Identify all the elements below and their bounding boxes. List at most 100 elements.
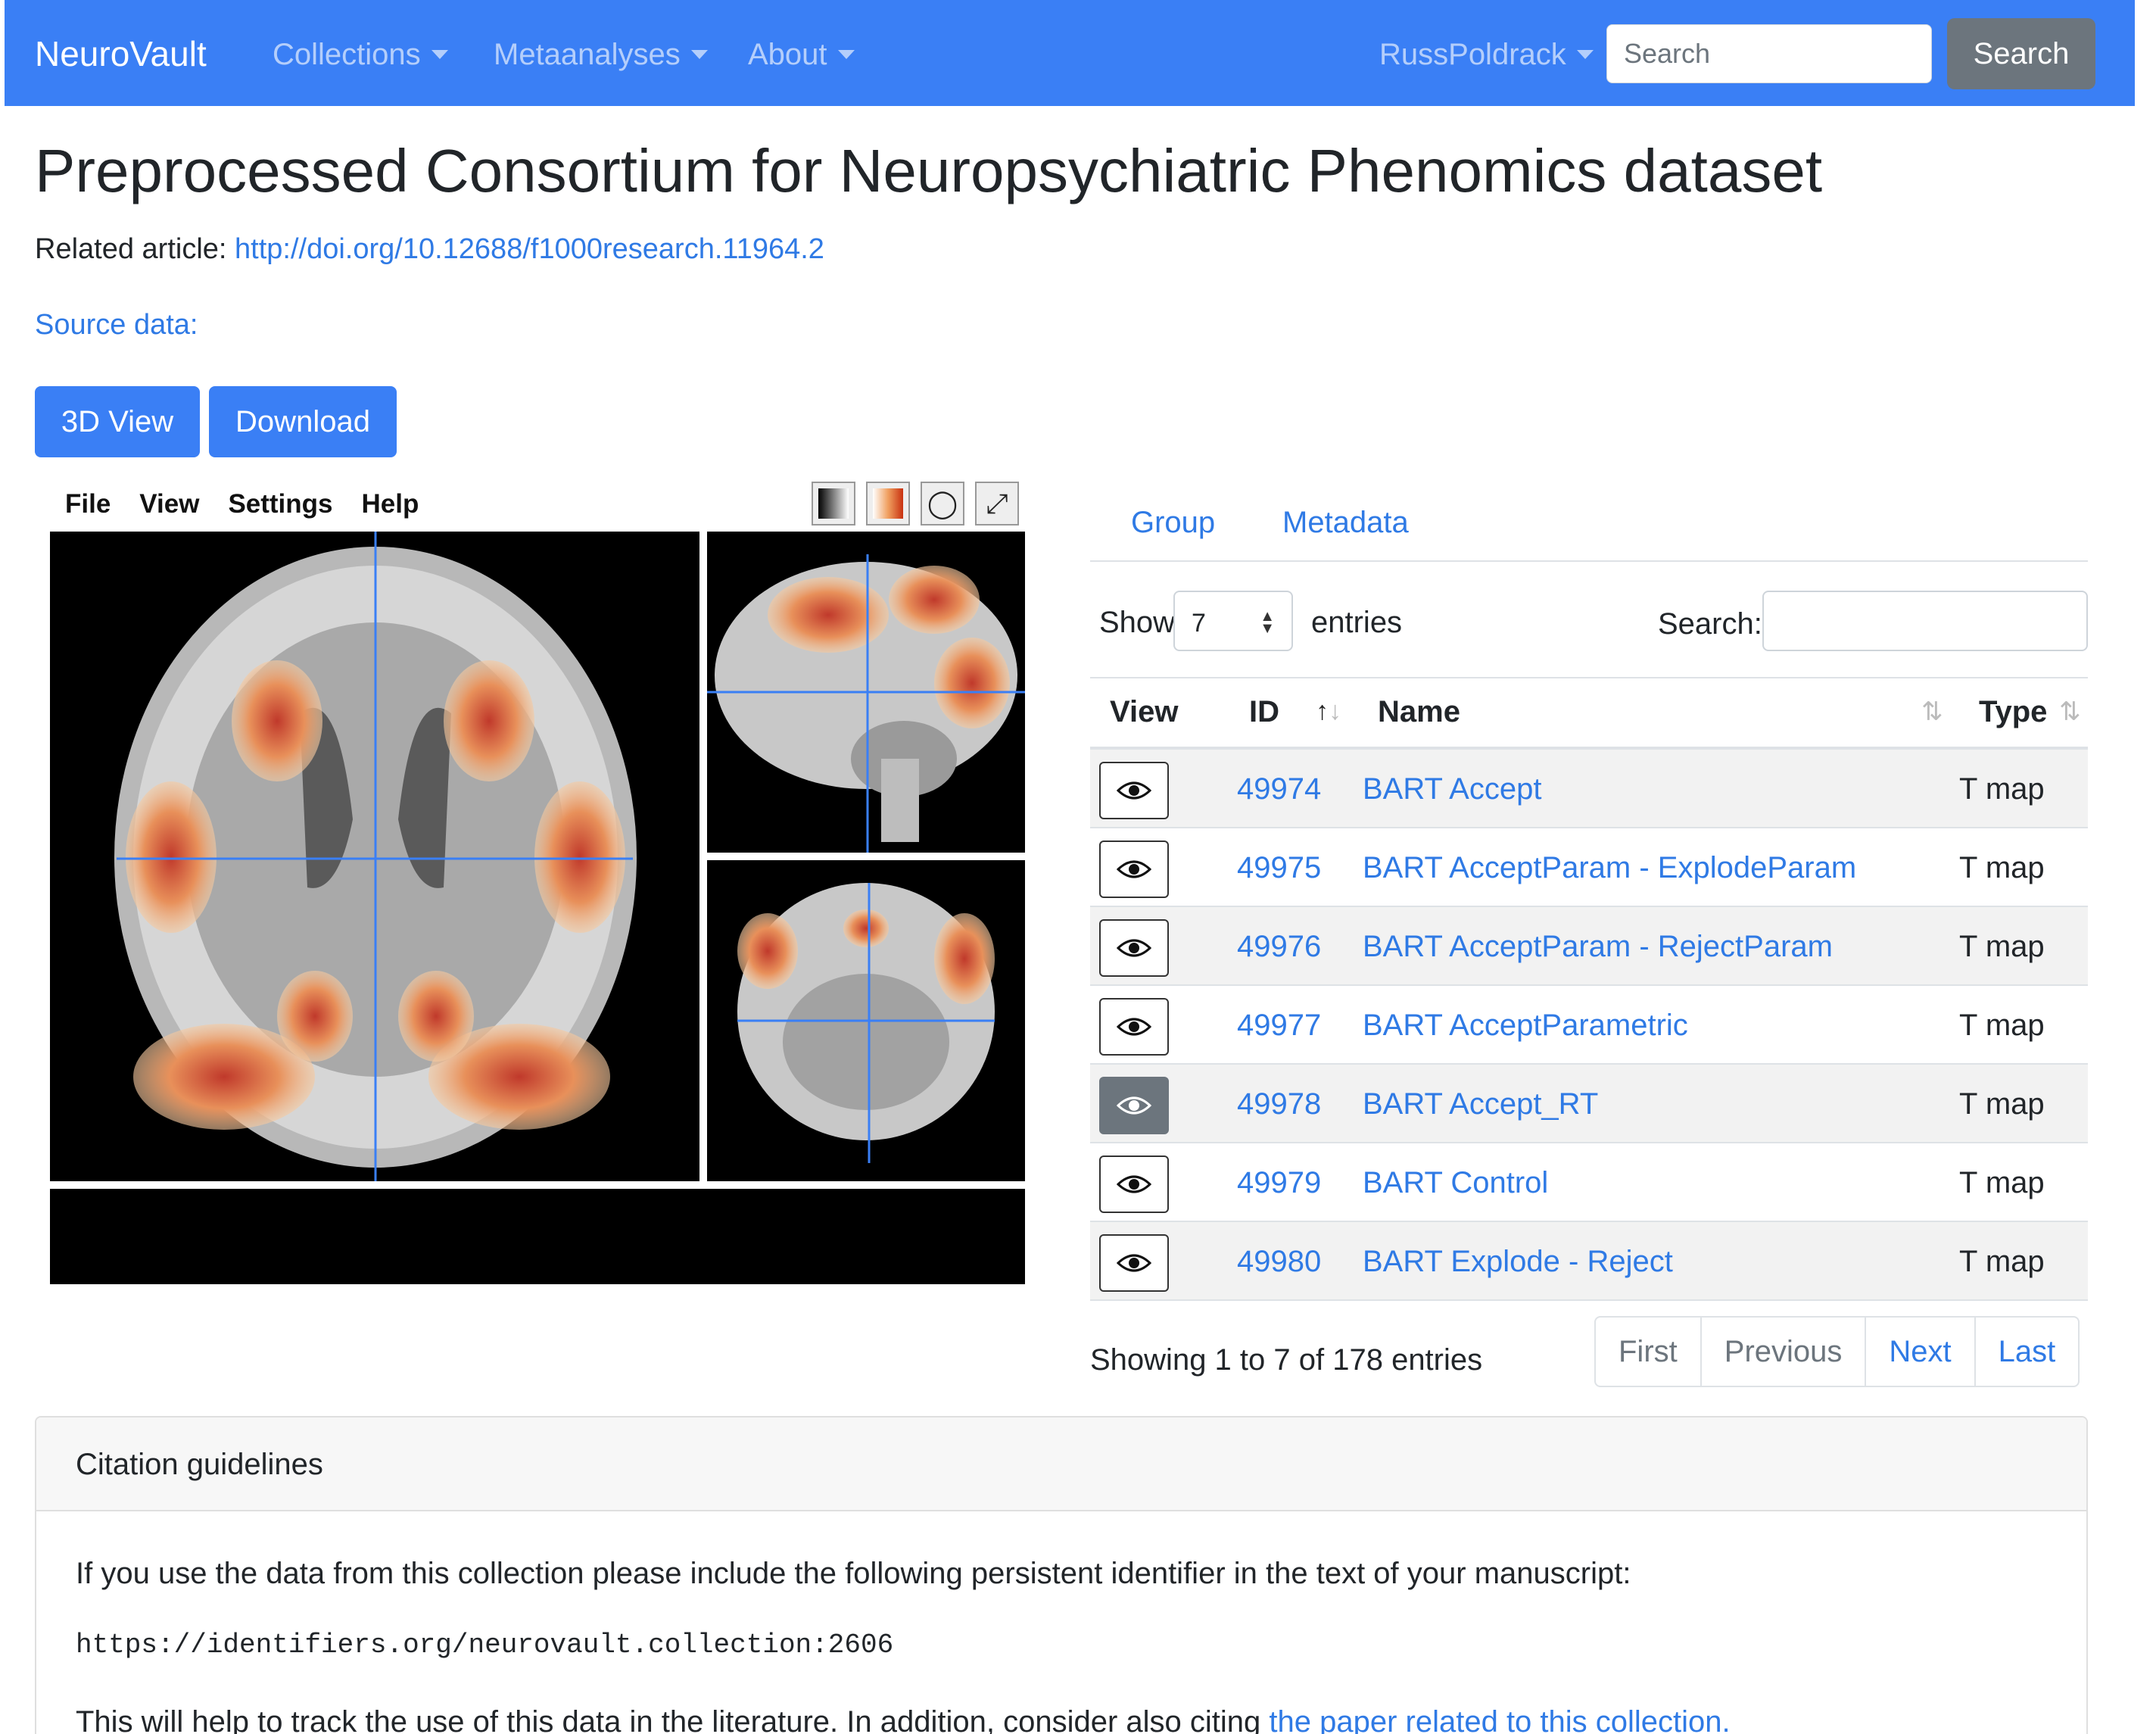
table-row: 49974 BART Accept T map (1090, 750, 2088, 828)
chevron-down-icon (1576, 50, 1594, 59)
eye-icon (1117, 939, 1151, 957)
brand-logo[interactable]: NeuroVault (35, 33, 207, 74)
table-row: 49978 BART Accept_RT T map (1090, 1065, 2088, 1143)
source-data-link[interactable]: Source data: (35, 309, 198, 341)
image-id-link[interactable]: 49978 (1237, 1087, 1321, 1121)
citation-paper-link[interactable]: the paper related to this collection. (1269, 1705, 1730, 1734)
image-name-link[interactable]: BART Control (1363, 1166, 1548, 1200)
chevron-updown-icon: ▲ ▼ (1260, 608, 1275, 637)
viewer-menu-view[interactable]: View (139, 489, 199, 519)
citation-instructions: If you use the data from this collection… (76, 1557, 1631, 1590)
sagittal-brain-image (707, 554, 1025, 853)
image-id-link[interactable]: 49980 (1237, 1245, 1321, 1279)
search-button[interactable]: Search (1947, 18, 2095, 89)
view-image-button[interactable] (1099, 1077, 1169, 1134)
image-type: T map (1959, 1166, 2045, 1199)
coronal-view[interactable] (707, 860, 1025, 1181)
tab-group[interactable]: Group (1131, 506, 1215, 540)
globe-icon[interactable]: ◯ (921, 482, 964, 526)
image-id-link[interactable]: 49974 (1237, 772, 1321, 806)
viewer-menu-settings[interactable]: Settings (228, 489, 332, 519)
column-header-type[interactable]: Type (1979, 695, 2047, 729)
table-top-border (1090, 677, 2088, 678)
table-info: Showing 1 to 7 of 178 entries (1090, 1343, 1483, 1377)
nav-user-menu[interactable]: RussPoldrack (1379, 38, 1594, 72)
citation-title: Citation guidelines (76, 1448, 323, 1481)
3d-view-button[interactable]: 3D View (35, 386, 200, 457)
nav-metaanalyses[interactable]: Metaanalyses (494, 38, 708, 72)
related-article-link[interactable]: http://doi.org/10.12688/f1000research.11… (235, 233, 824, 265)
pager-next[interactable]: Next (1866, 1318, 1976, 1386)
image-type: T map (1959, 772, 2045, 806)
viewer-status-bar (50, 1189, 1025, 1284)
column-header-name[interactable]: Name (1378, 695, 1460, 729)
table-search-input[interactable] (1762, 591, 2088, 651)
table-row: 49977 BART AcceptParametric T map (1090, 986, 2088, 1065)
image-name-link[interactable]: BART Accept_RT (1363, 1087, 1598, 1121)
grayscale-icon[interactable] (812, 482, 855, 526)
image-type: T map (1959, 851, 2045, 884)
search-input[interactable] (1606, 24, 1932, 83)
download-button[interactable]: Download (209, 386, 397, 457)
eye-icon (1117, 1175, 1151, 1193)
table-row: 49976 BART AcceptParam - RejectParam T m… (1090, 907, 2088, 986)
viewer-menu-help[interactable]: Help (362, 489, 419, 519)
view-image-button[interactable] (1099, 1234, 1169, 1292)
sort-icon[interactable]: ⇅ (2059, 697, 2081, 727)
axial-view[interactable] (50, 532, 699, 1181)
image-id-link[interactable]: 49977 (1237, 1009, 1321, 1043)
image-name-link[interactable]: BART Accept (1363, 772, 1541, 806)
view-image-button[interactable] (1099, 762, 1169, 819)
pager-last[interactable]: Last (1976, 1318, 2079, 1386)
nav-about[interactable]: About (748, 38, 855, 72)
page-length-select[interactable]: 7 ▲ ▼ (1173, 591, 1293, 651)
viewer-menu-file[interactable]: File (65, 489, 111, 519)
image-type: T map (1959, 1245, 2045, 1278)
table-row: 49980 BART Explode - Reject T map (1090, 1222, 2088, 1301)
source-data: Source data: (35, 309, 198, 341)
image-id-link[interactable]: 49975 (1237, 851, 1321, 885)
sort-ascending-icon[interactable]: ↑↓ (1316, 697, 1341, 726)
image-name-link[interactable]: BART Explode - Reject (1363, 1245, 1673, 1279)
view-image-button[interactable] (1099, 919, 1169, 977)
view-image-button[interactable] (1099, 998, 1169, 1056)
related-article: Related article: http://doi.org/10.12688… (35, 233, 824, 265)
column-header-id[interactable]: ID (1249, 695, 1279, 729)
tab-metadata[interactable]: Metadata (1282, 506, 1409, 540)
chevron-down-icon (690, 50, 708, 59)
image-id-link[interactable]: 49979 (1237, 1166, 1321, 1200)
citation-card-header: Citation guidelines (36, 1417, 2086, 1511)
pager-previous[interactable]: Previous (1702, 1318, 1867, 1386)
fullscreen-icon[interactable]: ⤢ (975, 482, 1019, 526)
table-row: 49979 BART Control T map (1090, 1143, 2088, 1222)
view-image-button[interactable] (1099, 1155, 1169, 1213)
image-name-link[interactable]: BART AcceptParametric (1363, 1009, 1688, 1043)
chevron-down-icon (431, 50, 448, 59)
colormap-icon[interactable] (866, 482, 910, 526)
table-search-label: Search: (1658, 607, 1762, 641)
coronal-brain-image (737, 883, 995, 1163)
entries-label: entries (1311, 606, 1403, 639)
eye-icon (1117, 781, 1151, 800)
sort-icon[interactable]: ⇅ (1921, 697, 1943, 727)
sagittal-view[interactable] (707, 532, 1025, 853)
eye-icon (1117, 860, 1151, 878)
table-row: 49975 BART AcceptParam - ExplodeParam T … (1090, 828, 2088, 907)
viewer-menu: File View Settings Help (65, 489, 447, 519)
pagination: First Previous Next Last (1594, 1316, 2080, 1387)
tab-divider (1090, 560, 2088, 562)
view-image-button[interactable] (1099, 840, 1169, 898)
image-name-link[interactable]: BART AcceptParam - RejectParam (1363, 930, 1833, 964)
image-type: T map (1959, 1087, 2045, 1121)
page-title: Preprocessed Consortium for Neuropsychia… (35, 137, 1823, 204)
image-type: T map (1959, 1009, 2045, 1042)
image-name-link[interactable]: BART AcceptParam - ExplodeParam (1363, 851, 1856, 885)
eye-icon (1117, 1254, 1151, 1272)
citation-note: This will help to track the use of this … (76, 1705, 1731, 1734)
citation-card: Citation guidelines If you use the data … (35, 1416, 2088, 1734)
eye-icon (1117, 1096, 1151, 1115)
axial-brain-image (114, 532, 637, 1181)
pager-first[interactable]: First (1596, 1318, 1702, 1386)
image-id-link[interactable]: 49976 (1237, 930, 1321, 964)
nav-collections[interactable]: Collections (273, 38, 448, 72)
